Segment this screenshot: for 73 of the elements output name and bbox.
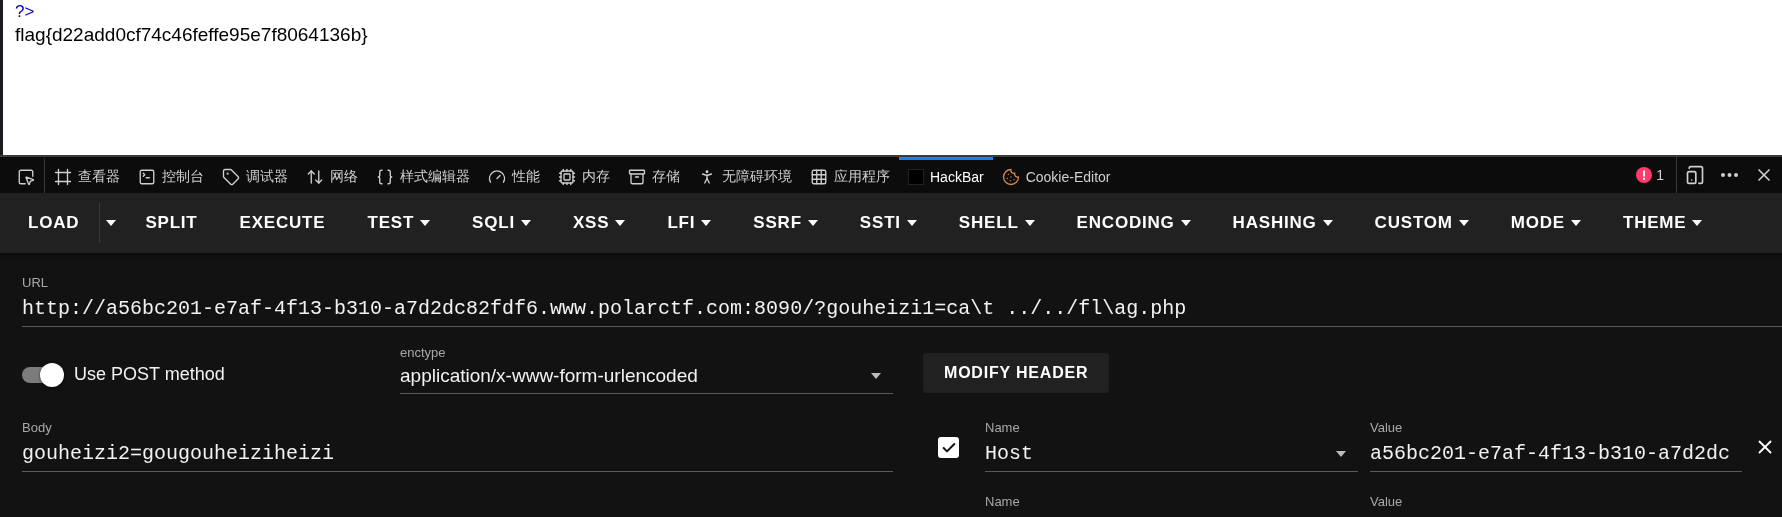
caret-icon xyxy=(521,220,531,226)
menu-dropdown-button[interactable]: HASHING xyxy=(1213,203,1352,243)
gauge-icon xyxy=(488,167,506,186)
caret-icon xyxy=(1570,220,1581,226)
field-label: URL xyxy=(22,275,49,291)
menu-dropdown-button[interactable]: THEME xyxy=(1603,203,1722,243)
menu-dropdown-button[interactable]: XSS xyxy=(554,203,645,243)
caret-icon xyxy=(1458,220,1469,226)
menu-dropdown-button[interactable]: SSRF xyxy=(734,203,837,243)
devtools-tab[interactable]: 应用程序 xyxy=(801,157,899,193)
menu-dropdown-button[interactable]: TEST xyxy=(348,203,450,243)
flag-text: flag{d22add0cf74c46feffe95e7f8064136b} xyxy=(15,23,369,47)
caret-icon xyxy=(1692,220,1703,226)
load-button[interactable]: LOAD xyxy=(8,203,101,243)
more-icon xyxy=(1721,173,1738,177)
chip-icon xyxy=(558,167,576,186)
caret-icon xyxy=(106,220,117,226)
cookie-icon xyxy=(1001,167,1020,186)
arrows-icon xyxy=(306,167,324,186)
menu-dropdown-button[interactable]: SHELL xyxy=(939,203,1054,243)
field-label: Value xyxy=(1370,420,1404,436)
devtools-tab[interactable]: 存储 xyxy=(619,157,689,193)
caret-icon xyxy=(420,220,431,226)
enctype-select[interactable]: application/x-www-form-urlencoded xyxy=(400,361,893,394)
field-label: Name xyxy=(985,420,1021,436)
caret-icon xyxy=(1180,220,1191,226)
storage-icon xyxy=(628,167,646,186)
caret-icon xyxy=(1322,220,1333,226)
caret-icon xyxy=(615,220,626,226)
devtools-tab[interactable]: 内存 xyxy=(549,157,619,193)
field-label: Name xyxy=(985,494,1021,510)
field-label: Value xyxy=(1370,494,1404,510)
grid-icon xyxy=(810,167,828,186)
menu-dropdown-button[interactable]: LFI xyxy=(648,203,731,243)
menu-dropdown-button[interactable]: SSTI xyxy=(840,203,936,243)
caret-icon xyxy=(1024,220,1035,226)
menu-dropdown-button[interactable]: SQLI xyxy=(453,203,550,243)
console-icon xyxy=(138,167,156,186)
caret-icon xyxy=(807,220,818,226)
header-value-field[interactable]: a56bc201-e7af-4f13-b310-a7d2dc xyxy=(1370,436,1742,472)
code-text: ?> xyxy=(15,2,36,22)
field-label: enctype xyxy=(400,345,447,361)
devtools-tab[interactable]: 调试器 xyxy=(213,157,297,193)
devtools-tab[interactable]: 性能 xyxy=(479,157,549,193)
tag-icon xyxy=(222,167,240,186)
devtools-tab[interactable]: 控制台 xyxy=(129,157,213,193)
menu-button[interactable]: SPLIT xyxy=(126,203,217,243)
url-field[interactable]: http://a56bc201-e7af-4f13-b310-a7d2dc82fdf6.www.polarctf.com:8090/?gouheizi1=ca\t ../../fl\ag.php xyxy=(22,291,1782,327)
devices-icon xyxy=(1685,165,1705,185)
caret-icon xyxy=(906,220,917,226)
menu-dropdown-button[interactable]: CUSTOM xyxy=(1355,203,1488,243)
toggle-label: Use POST method xyxy=(74,364,225,385)
caret-icon xyxy=(701,220,712,226)
devtools-tab[interactable]: 无障碍环境 xyxy=(689,157,801,193)
devtools-tab[interactable]: 样式编辑器 xyxy=(367,157,479,193)
caret-icon xyxy=(871,373,881,379)
devtools-tab[interactable]: 查看器 xyxy=(45,157,129,193)
inspector-icon xyxy=(54,167,72,186)
menu-dropdown-button[interactable]: ENCODING xyxy=(1057,203,1210,243)
menu-dropdown-button[interactable]: MODE xyxy=(1491,203,1600,243)
devtools-tab[interactable]: 网络 xyxy=(297,157,367,193)
braces-icon xyxy=(376,167,394,186)
field-label: Body xyxy=(22,420,53,436)
error-icon xyxy=(1636,167,1653,183)
checkbox[interactable] xyxy=(938,437,959,458)
header-name-select[interactable]: Host xyxy=(985,436,1358,472)
hackbar-icon xyxy=(908,168,924,185)
body-field[interactable]: gouheizi2=gougouheiziheizi xyxy=(22,436,893,472)
devtools-tab[interactable]: Cookie-Editor xyxy=(992,157,1120,193)
pick-element-icon xyxy=(17,167,35,186)
caret-icon xyxy=(1336,450,1346,457)
menu-button[interactable]: EXECUTE xyxy=(220,203,345,243)
modify-header-button[interactable]: MODIFY HEADER xyxy=(923,353,1110,393)
